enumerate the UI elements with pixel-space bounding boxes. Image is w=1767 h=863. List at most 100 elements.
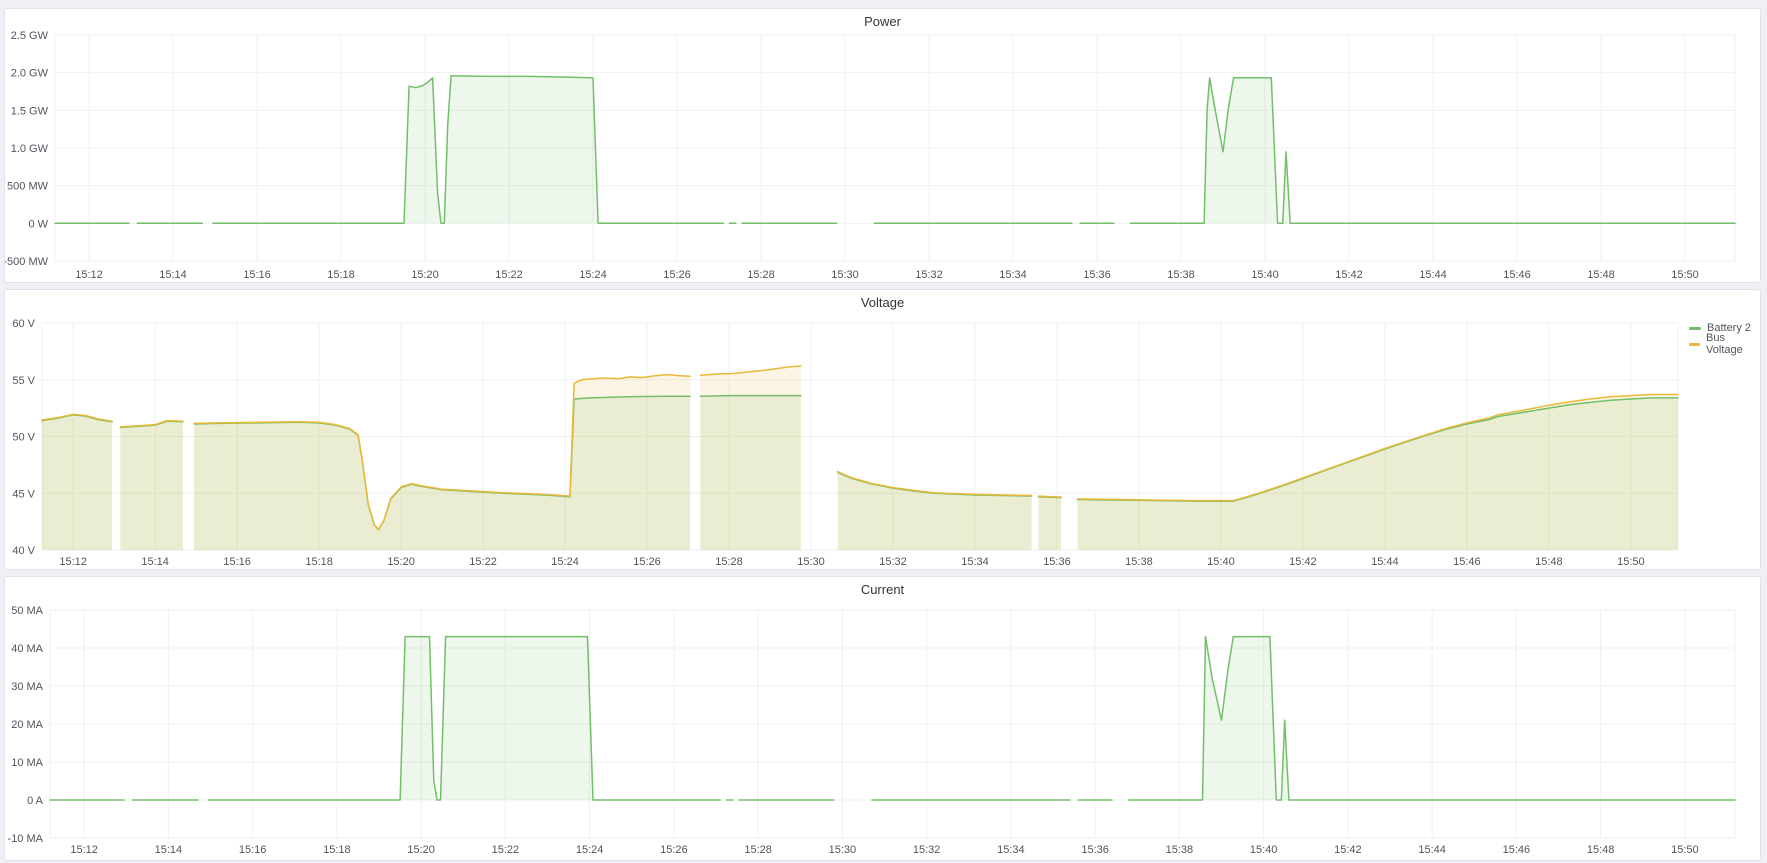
x-tick-label: 15:14 — [141, 556, 169, 568]
y-tick-label: 40 MA — [11, 643, 43, 655]
x-tick-label: 15:46 — [1453, 556, 1481, 568]
x-tick-label: 15:24 — [551, 556, 579, 568]
x-tick-label: 15:28 — [715, 556, 743, 568]
x-tick-label: 15:28 — [747, 269, 775, 281]
y-tick-label: 1.5 GW — [11, 105, 49, 117]
x-tick-label: 15:12 — [59, 556, 87, 568]
x-tick-label: 15:16 — [223, 556, 251, 568]
y-tick-label: 40 V — [12, 545, 35, 557]
y-tick-label: 500 MW — [7, 181, 49, 193]
voltage-legend: Battery 2 Bus Voltage — [1689, 320, 1760, 352]
x-tick-label: 15:20 — [411, 269, 439, 281]
y-tick-label: 60 V — [12, 318, 35, 330]
x-tick-label: 15:30 — [797, 556, 825, 568]
x-tick-label: 15:30 — [829, 844, 857, 856]
x-tick-label: 15:26 — [660, 844, 688, 856]
y-tick-label: 10 MA — [11, 757, 43, 769]
x-tick-label: 15:20 — [407, 844, 435, 856]
y-tick-label: 2.5 GW — [11, 30, 49, 42]
x-tick-label: 15:34 — [961, 556, 989, 568]
x-tick-label: 15:38 — [1125, 556, 1153, 568]
x-tick-label: 15:50 — [1671, 844, 1699, 856]
series-area-battery-2 — [213, 76, 723, 224]
voltage-chart[interactable]: 15:12 15:14 15:16 15:18 15:20 15:22 15:24 15:26… — [5, 290, 1760, 569]
x-tick-label: 15:24 — [576, 844, 604, 856]
x-tick-label: 15:12 — [70, 844, 98, 856]
x-tick-label: 15:22 — [495, 269, 523, 281]
x-tick-label: 15:18 — [305, 556, 333, 568]
series-area-bus-voltage — [42, 414, 112, 550]
x-tick-label: 15:40 — [1207, 556, 1235, 568]
x-tick-label: 15:48 — [1587, 269, 1615, 281]
x-tick-label: 15:14 — [159, 269, 187, 281]
series-area-bus-voltage — [120, 421, 183, 550]
y-tick-label: -500 MW — [5, 256, 49, 268]
series-line-bus-voltage — [1039, 496, 1062, 497]
series-area-bus-voltage — [1039, 496, 1062, 550]
y-tick-label: 0 W — [28, 218, 48, 230]
y-tick-label: 55 V — [12, 375, 35, 387]
x-tick-label: 15:36 — [1043, 556, 1071, 568]
y-tick-label: 50 MA — [11, 605, 43, 617]
series-area-bus-voltage — [1078, 395, 1679, 551]
x-tick-label: 15:38 — [1166, 844, 1194, 856]
x-tick-label: 15:34 — [997, 844, 1025, 856]
x-tick-label: 15:22 — [469, 556, 497, 568]
y-tick-label: 50 V — [12, 432, 35, 444]
x-tick-label: 15:26 — [633, 556, 661, 568]
y-tick-label: 45 V — [12, 488, 35, 500]
x-tick-label: 15:48 — [1587, 844, 1615, 856]
y-tick-label: 30 MA — [11, 681, 43, 693]
series-area-bus-voltage — [838, 472, 1032, 550]
x-tick-label: 15:40 — [1250, 844, 1278, 856]
x-tick-label: 15:48 — [1535, 556, 1563, 568]
x-tick-label: 15:46 — [1503, 844, 1531, 856]
series-area-battery-2 — [208, 637, 720, 800]
x-tick-label: 15:46 — [1503, 269, 1531, 281]
series-line-battery-2 — [700, 396, 801, 397]
x-tick-label: 15:22 — [492, 844, 520, 856]
x-tick-label: 15:38 — [1167, 269, 1195, 281]
power-panel: Power 15:1215:1415:1615:1815:2015:2215:2… — [4, 8, 1761, 283]
y-tick-label: 1.0 GW — [11, 143, 49, 155]
x-tick-label: 15:26 — [663, 269, 691, 281]
y-tick-label: -10 MA — [8, 833, 44, 845]
legend-label-bus-voltage: Bus Voltage — [1706, 332, 1760, 356]
x-tick-label: 15:18 — [323, 844, 351, 856]
current-panel: Current 15:1215:1415:1615:1815:2015:2215… — [4, 576, 1761, 861]
x-tick-label: 15:32 — [913, 844, 941, 856]
voltage-panel: Voltage 15:1215:1415:1615:1815:2015:2215… — [4, 289, 1761, 570]
x-tick-label: 15:40 — [1251, 269, 1279, 281]
dashboard: Power 15:1215:1415:1615:1815:2015:2215:2… — [0, 0, 1767, 863]
x-tick-label: 15:32 — [915, 269, 943, 281]
x-tick-label: 15:16 — [243, 269, 271, 281]
x-tick-label: 15:32 — [879, 556, 907, 568]
series-area-bus-voltage — [700, 366, 801, 550]
x-tick-label: 15:50 — [1671, 269, 1699, 281]
series-area-bus-voltage — [194, 375, 690, 550]
x-tick-label: 15:36 — [1081, 844, 1109, 856]
x-tick-label: 15:42 — [1289, 556, 1317, 568]
x-tick-label: 15:18 — [327, 269, 355, 281]
x-tick-label: 15:16 — [239, 844, 267, 856]
battery2-series-swatch — [1689, 327, 1701, 330]
y-tick-label: 20 MA — [11, 719, 43, 731]
x-tick-label: 15:24 — [579, 269, 607, 281]
x-tick-label: 15:44 — [1419, 269, 1447, 281]
x-tick-label: 15:42 — [1334, 844, 1362, 856]
x-tick-label: 15:44 — [1371, 556, 1399, 568]
x-tick-label: 15:50 — [1617, 556, 1645, 568]
legend-item-bus-voltage[interactable]: Bus Voltage — [1689, 336, 1760, 352]
y-tick-label: 2.0 GW — [11, 68, 49, 80]
x-tick-label: 15:30 — [831, 269, 859, 281]
x-tick-label: 15:28 — [744, 844, 772, 856]
x-tick-label: 15:20 — [387, 556, 415, 568]
power-chart[interactable]: 15:1215:1415:1615:1815:2015:2215:2415:26… — [5, 9, 1760, 282]
x-tick-label: 15:36 — [1083, 269, 1111, 281]
bus-voltage-series-swatch — [1689, 343, 1700, 346]
x-tick-label: 15:42 — [1335, 269, 1363, 281]
current-chart[interactable]: 15:12 15:14 15:16 15:18 15:20 15:22 15:24 15:26… — [5, 577, 1760, 860]
x-tick-label: 15:34 — [999, 269, 1027, 281]
x-tick-label: 15:14 — [155, 844, 183, 856]
x-tick-label: 15:44 — [1418, 844, 1446, 856]
